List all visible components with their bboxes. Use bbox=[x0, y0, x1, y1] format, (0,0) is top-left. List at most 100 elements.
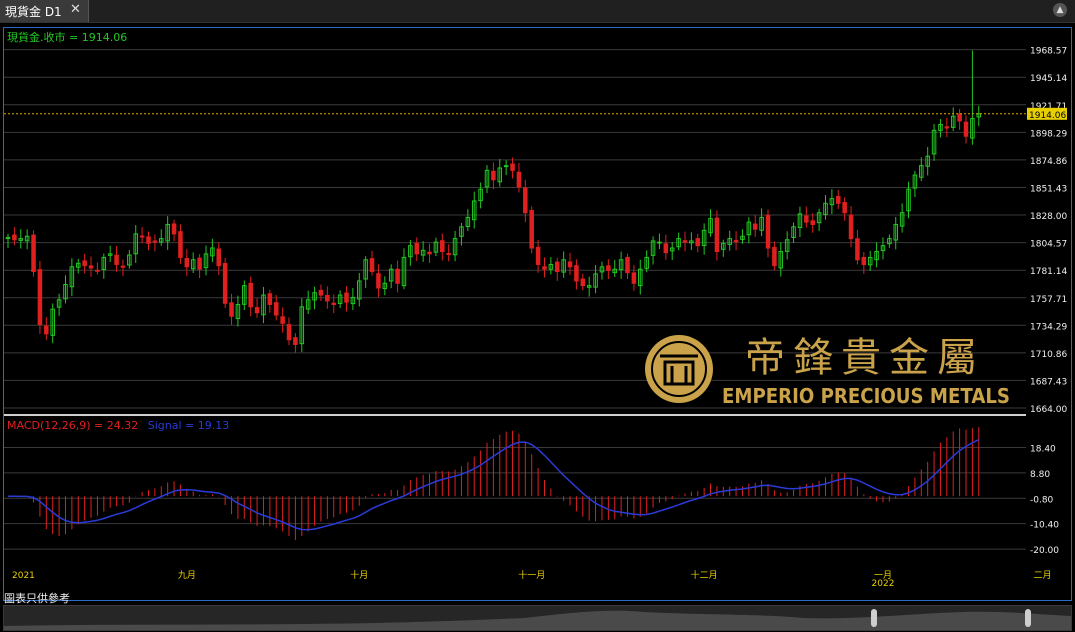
candle-body bbox=[146, 236, 151, 244]
disclaimer-note: 圖表只供參考 bbox=[4, 592, 70, 605]
price-tick-label: 1945.14 bbox=[1030, 74, 1067, 84]
candle-body bbox=[248, 282, 253, 308]
macd-axis: 18.40 8.80 -0.80 -10.40 -20.00 bbox=[1030, 445, 1059, 557]
candle-body bbox=[88, 265, 94, 269]
candle-body bbox=[197, 257, 202, 270]
candle-body bbox=[765, 214, 771, 249]
price-tick-label: 1804.57 bbox=[1030, 240, 1067, 250]
current-price-label: 1914.06 bbox=[1029, 111, 1066, 121]
price-tick-label: 1874.86 bbox=[1030, 157, 1067, 167]
price-tick-label: 1710.86 bbox=[1030, 350, 1067, 360]
candle-body bbox=[733, 240, 739, 243]
candle-body bbox=[523, 187, 528, 214]
candle-body bbox=[184, 257, 190, 268]
candle-body bbox=[44, 325, 49, 335]
candle-body bbox=[120, 265, 126, 268]
candle-body bbox=[376, 273, 381, 289]
candle-body bbox=[273, 302, 279, 316]
candle-body bbox=[414, 242, 420, 255]
candle-body bbox=[567, 261, 573, 268]
candle-body bbox=[810, 220, 815, 225]
osc-tick-label: 8.80 bbox=[1030, 470, 1050, 480]
candle-body bbox=[861, 256, 867, 265]
scroll-right-handle[interactable] bbox=[1025, 609, 1031, 627]
price-tick-label: 1851.43 bbox=[1030, 184, 1067, 194]
candle-body bbox=[139, 235, 145, 238]
price-tick-label: 1898.29 bbox=[1030, 129, 1067, 139]
signal-label: Signal = 19.13 bbox=[148, 419, 230, 432]
candle-body bbox=[631, 272, 637, 284]
time-axis: 2021九月十月十一月十二月一月2022二月2/25/2022 4:00:00 bbox=[12, 569, 1052, 589]
candle-body bbox=[542, 266, 547, 270]
candle-body bbox=[944, 126, 950, 129]
candle-body bbox=[37, 269, 43, 325]
macd-histogram bbox=[13, 427, 980, 541]
candlestick-series bbox=[5, 50, 982, 353]
candle-body bbox=[369, 258, 375, 273]
candle-body bbox=[963, 121, 969, 137]
candle-body bbox=[95, 269, 100, 272]
candle-body bbox=[12, 234, 17, 241]
price-tick-label: 1757.71 bbox=[1030, 295, 1067, 305]
candle-body bbox=[318, 289, 324, 296]
candle-body bbox=[395, 268, 400, 284]
candle-body bbox=[836, 196, 841, 204]
svg-text:MACD(12,26,9) = 24.32 Sign: MACD(12,26,9) = 24.32 Signal = 19.13 bbox=[7, 419, 229, 432]
price-tick-label: 1781.14 bbox=[1030, 267, 1067, 277]
osc-tick-label: -0.80 bbox=[1030, 495, 1054, 505]
price-axis: 1968.571945.141921.711898.291874.861851.… bbox=[1030, 47, 1067, 415]
company-logo-icon bbox=[645, 335, 713, 403]
time-tick-label: 十二月 bbox=[691, 569, 718, 581]
chart-canvas: 1968.571945.141921.711898.291874.861851.… bbox=[4, 30, 1067, 589]
price-tick-label: 1828.00 bbox=[1030, 212, 1067, 222]
price-tick-label: 1664.00 bbox=[1030, 405, 1067, 415]
candle-body bbox=[580, 278, 586, 287]
osc-tick-label: -20.00 bbox=[1030, 546, 1059, 556]
time-tick-label: 2021 bbox=[12, 571, 35, 581]
macd-label: MACD(12,26,9) = 24.32 bbox=[7, 419, 138, 432]
watermark-chinese: 帝鋒貴金屬 bbox=[745, 335, 985, 381]
candle-body bbox=[254, 307, 260, 314]
scroll-left-handle[interactable] bbox=[871, 609, 877, 627]
candle-body bbox=[804, 215, 809, 223]
candle-body bbox=[152, 240, 158, 243]
candle-body bbox=[427, 251, 432, 255]
current-price-tag: 1914.06 bbox=[1027, 107, 1067, 121]
time-tick-label: 十一月 bbox=[518, 569, 545, 581]
candle-body bbox=[331, 302, 336, 305]
candle-body bbox=[606, 265, 611, 271]
candle-body bbox=[855, 238, 860, 261]
candle-body bbox=[171, 223, 177, 235]
candle-body bbox=[293, 337, 298, 345]
candle-body bbox=[516, 171, 522, 188]
candle-body bbox=[574, 265, 579, 282]
chart-scrollbar[interactable] bbox=[3, 605, 1072, 631]
candle-body bbox=[280, 316, 285, 324]
candle-body bbox=[714, 217, 720, 253]
time-tick-label: 二月 bbox=[1034, 570, 1052, 581]
candle-body bbox=[842, 201, 847, 214]
osc-tick-label: -10.40 bbox=[1030, 521, 1059, 531]
candle-body bbox=[772, 247, 777, 267]
watermark-english: EMPERIO PRECIOUS METALS bbox=[722, 384, 1010, 408]
candle-body bbox=[344, 292, 349, 303]
candle-body bbox=[554, 261, 560, 273]
candle-body bbox=[267, 293, 273, 305]
candle-body bbox=[510, 163, 515, 171]
company-watermark: 帝鋒貴金屬 EMPERIO PRECIOUS METALS bbox=[645, 335, 1010, 408]
candle-body bbox=[848, 214, 854, 240]
candle-body bbox=[491, 170, 496, 181]
candle-body bbox=[82, 260, 87, 267]
time-tick-label: 2022 bbox=[872, 579, 895, 589]
price-tick-label: 1687.43 bbox=[1030, 377, 1067, 387]
candle-body bbox=[663, 243, 669, 254]
candle-body bbox=[657, 241, 662, 244]
candle-body bbox=[114, 254, 119, 265]
candle-body bbox=[440, 240, 445, 253]
candle-body bbox=[625, 256, 630, 274]
candle-body bbox=[222, 262, 228, 304]
price-legend: 現貨金.收市 = 1914.06 bbox=[7, 30, 127, 44]
candle-body bbox=[325, 294, 330, 302]
candle-body bbox=[216, 248, 222, 267]
time-tick-label: 十月 bbox=[350, 569, 368, 581]
